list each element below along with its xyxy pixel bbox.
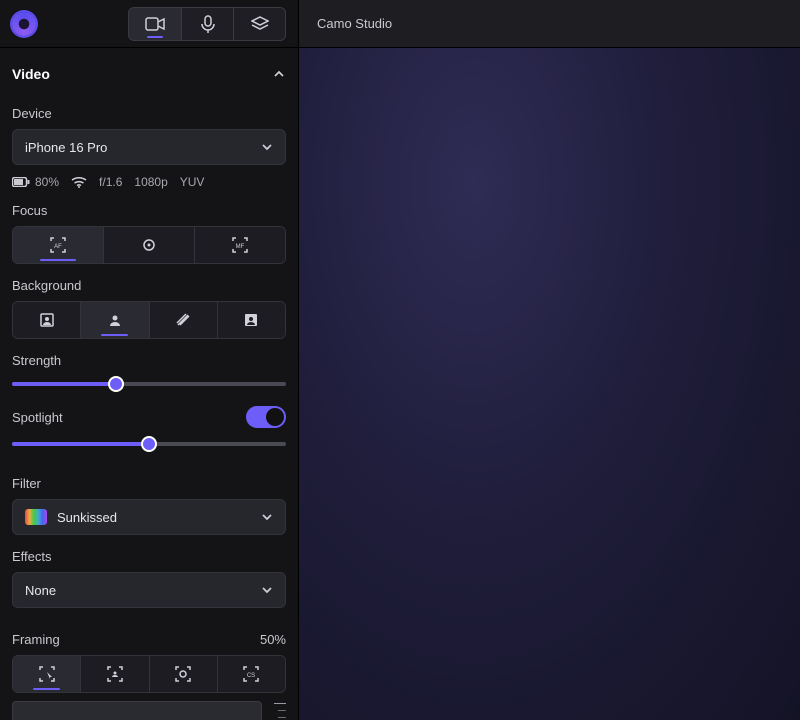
spotlight-label: Spotlight <box>12 410 63 425</box>
filter-swatch-icon <box>25 509 47 525</box>
framing-mode-face[interactable] <box>80 656 148 692</box>
spotlight-toggle[interactable] <box>246 406 286 428</box>
app-title: Camo Studio <box>317 16 392 31</box>
bg-blur-icon <box>107 312 123 328</box>
chevron-down-icon <box>261 584 273 596</box>
framing-value: 50% <box>260 632 286 647</box>
preview-header: Camo Studio <box>299 0 800 48</box>
wifi-status <box>71 176 87 188</box>
filter-value: Sunkissed <box>57 510 117 525</box>
wifi-icon <box>71 176 87 188</box>
focus-segmented: AF MF <box>12 226 286 264</box>
focus-mode-af[interactable]: AF <box>13 227 103 263</box>
tab-video[interactable] <box>129 8 181 40</box>
framing-center-icon <box>174 665 192 683</box>
background-mode-blur[interactable] <box>80 302 148 338</box>
device-select[interactable]: iPhone 16 Pro <box>12 129 286 165</box>
framing-row: Framing 50% <box>12 632 286 647</box>
background-mode-portrait[interactable] <box>13 302 80 338</box>
focus-mf-icon: MF <box>231 236 249 254</box>
app-logo-icon <box>12 12 36 36</box>
framing-label: Framing <box>12 632 60 647</box>
preview-canvas[interactable] <box>299 48 800 720</box>
background-segmented <box>12 301 286 339</box>
framing-manual-icon <box>38 665 56 683</box>
battery-icon <box>12 177 30 187</box>
mic-icon <box>200 15 216 33</box>
chevron-up-icon <box>272 67 286 81</box>
spotlight-slider[interactable] <box>12 436 286 452</box>
framing-face-icon <box>106 665 124 683</box>
strength-label: Strength <box>12 353 286 368</box>
framing-mode-custom[interactable]: CS <box>217 656 285 692</box>
svg-text:CS: CS <box>247 673 255 679</box>
svg-text:AF: AF <box>54 244 62 250</box>
background-mode-replace[interactable] <box>217 302 285 338</box>
chevron-down-icon <box>261 141 273 153</box>
focus-mode-center[interactable] <box>103 227 194 263</box>
tab-audio[interactable] <box>181 8 233 40</box>
tab-overlays[interactable] <box>233 8 285 40</box>
framing-segmented: CS <box>12 655 286 693</box>
effects-select[interactable]: None <box>12 572 286 608</box>
spotlight-row: Spotlight <box>12 406 286 428</box>
video-panel: Video Device iPhone 16 Pro 80% f/1.6 108… <box>0 48 298 720</box>
svg-text:MF: MF <box>236 244 245 250</box>
video-section-title: Video <box>12 66 50 82</box>
framing-custom-icon: CS <box>242 665 260 683</box>
battery-status: 80% <box>12 175 59 189</box>
effects-value: None <box>25 583 56 598</box>
device-value: iPhone 16 Pro <box>25 140 107 155</box>
focus-center-icon <box>140 236 158 254</box>
framing-zoom-ruler[interactable] <box>274 701 286 720</box>
framing-preview[interactable] <box>12 701 262 720</box>
device-statusline: 80% f/1.6 1080p YUV <box>12 175 286 189</box>
focus-label: Focus <box>12 203 286 218</box>
framing-mode-center[interactable] <box>149 656 217 692</box>
device-label: Device <box>12 106 286 121</box>
filter-select[interactable]: Sunkissed <box>12 499 286 535</box>
sidebar-topbar <box>0 0 298 48</box>
resolution-status: 1080p <box>134 175 167 189</box>
format-status: YUV <box>180 175 205 189</box>
background-mode-sparkle[interactable] <box>149 302 217 338</box>
focus-mode-mf[interactable]: MF <box>194 227 285 263</box>
preview-pane: Camo Studio <box>299 0 800 720</box>
mode-tabs <box>128 7 286 41</box>
bg-portrait-icon <box>39 312 55 328</box>
aperture-status: f/1.6 <box>99 175 122 189</box>
effects-label: Effects <box>12 549 286 564</box>
background-label: Background <box>12 278 286 293</box>
bg-sparkle-icon <box>175 312 191 328</box>
focus-af-icon: AF <box>49 236 67 254</box>
chevron-down-icon <box>261 511 273 523</box>
framing-mode-manual[interactable] <box>13 656 80 692</box>
strength-slider[interactable] <box>12 376 286 392</box>
filter-label: Filter <box>12 476 286 491</box>
video-section-header[interactable]: Video <box>12 60 286 92</box>
bg-replace-icon <box>243 312 259 328</box>
layers-icon <box>251 16 269 32</box>
camera-icon <box>145 16 165 32</box>
